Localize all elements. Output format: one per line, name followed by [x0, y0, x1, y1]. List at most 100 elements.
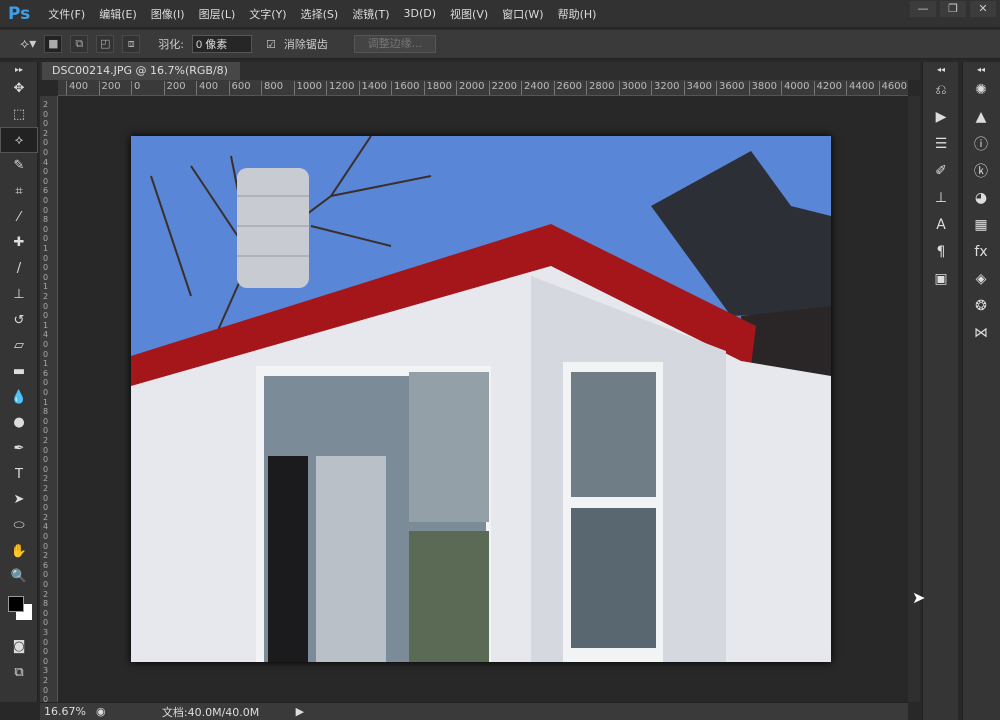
dodge-tool[interactable]: ●: [0, 410, 38, 436]
ruler-tick-label: 1: [43, 244, 49, 253]
vertical-scrollbar[interactable]: [908, 96, 920, 702]
ruler-tick-label: 4: [43, 522, 49, 532]
status-menu-arrow[interactable]: ▶: [296, 705, 304, 718]
navigator-icon[interactable]: ✺: [963, 76, 999, 103]
dock-collapse-icon[interactable]: ◂◂: [923, 62, 959, 76]
channels-icon[interactable]: ❂: [963, 292, 999, 319]
ruler-tick-label: 3800: [748, 81, 777, 95]
menu-help[interactable]: 帮助(H): [558, 6, 597, 22]
info-icon[interactable]: ⓘ: [963, 130, 999, 157]
menu-file[interactable]: 文件(F): [48, 6, 85, 22]
menu-edit[interactable]: 编辑(E): [99, 6, 137, 22]
intersect-selection-icon[interactable]: ⧈: [122, 35, 141, 53]
screen-mode-icon[interactable]: ⧉: [0, 659, 38, 685]
feather-input[interactable]: [192, 35, 253, 53]
menu-select[interactable]: 选择(S): [301, 6, 339, 22]
character-panel-icon[interactable]: A: [923, 211, 959, 238]
ellipse-tool[interactable]: ⬭: [0, 513, 38, 539]
crop-tool[interactable]: ⌗: [0, 179, 38, 205]
ruler-tick-label: 0: [43, 253, 49, 263]
horizontal-ruler: 400 200 0 200 400 600 800 1000 1200 1400 1600 1800 2…: [58, 80, 908, 96]
restore-button[interactable]: ❐: [940, 1, 966, 17]
ruler-tick-label: 0: [43, 464, 49, 474]
menu-image[interactable]: 图像(I): [151, 6, 185, 22]
close-button[interactable]: ✕: [970, 1, 996, 17]
polygonal-lasso-preset-icon[interactable]: ⟡▾: [20, 36, 36, 52]
ruler-tick-label: 1800: [423, 81, 452, 95]
menu-view[interactable]: 视图(V): [450, 6, 488, 22]
vertical-ruler: 2002004006008001000120014001600180020002…: [40, 96, 58, 704]
brush-tool[interactable]: /: [0, 256, 38, 282]
ruler-tick-label: 0: [43, 608, 49, 618]
ruler-tick-label: 0: [43, 263, 49, 273]
ruler-tick-label: 1400: [358, 81, 387, 95]
add-selection-icon[interactable]: ⧉: [70, 35, 89, 53]
menu-3d[interactable]: 3D(D): [404, 7, 437, 20]
move-tool[interactable]: ✥: [0, 76, 38, 102]
actions-panel-icon[interactable]: ▶: [923, 103, 959, 130]
minimize-button[interactable]: —: [910, 1, 936, 17]
color-panel-icon[interactable]: ◕: [963, 184, 999, 211]
clone-source-icon[interactable]: ⊥: [923, 184, 959, 211]
color-swatches[interactable]: [0, 590, 38, 634]
subtract-selection-icon[interactable]: ◰: [96, 35, 115, 53]
ruler-tick-label: 0: [43, 570, 49, 580]
type-tool[interactable]: T: [0, 461, 38, 487]
ruler-tick-label: 0: [43, 138, 49, 148]
paths-icon[interactable]: ⋈: [963, 319, 999, 346]
document-tab[interactable]: DSC00214.JPG @ 16.7%(RGB/8) ×: [42, 62, 240, 95]
styles-icon[interactable]: fx: [963, 238, 999, 265]
gradient-tool[interactable]: ▬: [0, 359, 38, 385]
ruler-tick-label: 0: [43, 618, 49, 628]
new-selection-icon[interactable]: ■: [44, 35, 63, 53]
paragraph-panel-icon[interactable]: ¶: [923, 238, 959, 265]
swatches-icon[interactable]: ▦: [963, 211, 999, 238]
dock-collapse-icon-2[interactable]: ◂◂: [963, 62, 999, 76]
marquee-tool[interactable]: ⬚: [0, 102, 38, 128]
zoom-level[interactable]: 16.67%: [40, 705, 92, 718]
histogram-icon[interactable]: ▲: [963, 103, 999, 130]
ruler-tick-label: 8: [43, 599, 49, 609]
eraser-tool[interactable]: ▱: [0, 333, 38, 359]
polygonal-lasso-tool[interactable]: ⟡: [0, 127, 38, 154]
quick-mask-icon[interactable]: ◙: [0, 634, 38, 660]
brush-presets-icon[interactable]: ✐: [923, 157, 959, 184]
ruler-tick-label: 0: [43, 445, 49, 455]
tool-presets-icon[interactable]: ▣: [923, 265, 959, 292]
quick-selection-tool[interactable]: ✎: [0, 153, 38, 179]
ruler-tick-label: 0: [43, 109, 49, 119]
ruler-tick-label: 3000: [618, 81, 647, 95]
ruler-tick-label: 0: [43, 685, 49, 695]
document-image[interactable]: [131, 136, 831, 662]
status-info-icon[interactable]: ◉: [96, 705, 106, 718]
history-brush-tool[interactable]: ↺: [0, 307, 38, 333]
blur-tool[interactable]: 💧: [0, 384, 38, 410]
ruler-tick-label: 0: [43, 426, 49, 436]
ruler-tick-label: 200: [98, 81, 121, 95]
ruler-tick-label: 0: [43, 119, 49, 129]
ruler-tick-label: 2800: [586, 81, 614, 95]
zoom-tool[interactable]: 🔍: [0, 564, 38, 590]
history-panel-icon[interactable]: ⎌: [923, 76, 959, 103]
healing-brush-tool[interactable]: ✚: [0, 230, 38, 256]
kuler-icon[interactable]: ⓚ: [963, 157, 999, 184]
menu-window[interactable]: 窗口(W): [502, 6, 543, 22]
antialias-checkbox[interactable]: ☑: [266, 38, 276, 51]
refine-edge-button[interactable]: 调整边缘...: [353, 35, 436, 53]
path-selection-tool[interactable]: ➤: [0, 487, 38, 513]
eyedropper-tool[interactable]: ⁄: [0, 204, 38, 230]
menu-layer[interactable]: 图层(L): [199, 6, 236, 22]
layers-icon[interactable]: ◈: [963, 265, 999, 292]
menu-type[interactable]: 文字(Y): [249, 6, 286, 22]
panel-collapse-icon[interactable]: ▸▸: [0, 62, 38, 76]
pen-tool[interactable]: ✒: [0, 436, 38, 462]
feather-label: 羽化:: [158, 38, 185, 51]
hand-tool[interactable]: ✋: [0, 538, 38, 564]
clone-stamp-tool[interactable]: ⊥: [0, 282, 38, 308]
ruler-tick-label: 0: [43, 416, 49, 426]
adjustments-sliders-icon[interactable]: ☰: [923, 130, 959, 157]
menu-filter[interactable]: 滤镜(T): [352, 6, 389, 22]
ruler-tick-label: 3400: [683, 81, 712, 95]
options-bar: ⟡▾ ■ ⧉ ◰ ⧈ 羽化: ☑ 消除锯齿 调整边缘...: [0, 29, 1000, 59]
photoshop-logo: Ps: [8, 3, 31, 24]
